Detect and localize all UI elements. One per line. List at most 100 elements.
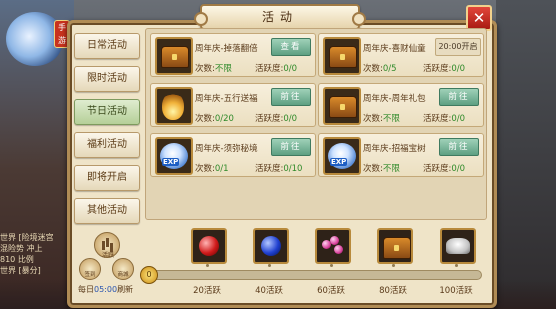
count-label: 次数: [195,114,215,124]
red-orb-icon [199,236,219,256]
activity-points: 活跃度:0/0 [423,62,465,74]
progress-tick [455,264,458,267]
reward-60[interactable] [315,228,351,264]
exp-orb-icon: EXP [328,143,356,169]
window-title: 活动 [261,10,298,24]
activity-count: 次数:不限 [363,162,400,174]
activity-icon [155,37,193,75]
blue-orb-icon [261,236,281,256]
refresh-time: 05:00 [94,285,118,294]
activity-count: 次数:不限 [363,112,400,124]
activity-points: 活跃度:0/0 [423,112,465,124]
activity-name: 周年庆-周年礼包 [363,94,426,104]
activity-card: 周年庆-掉落翻倍 次数:不限 活跃度:0/0 查看 [150,33,316,77]
chest-icon [329,46,357,68]
reward-20[interactable] [191,228,227,264]
go-button[interactable]: 前往 [271,88,311,106]
activity-progress-bar [146,270,482,280]
reward-label: 80活跃 [379,286,407,296]
category-sidebar: 日常活动 限时活动 节日活动 福利活动 即将开启 其他活动 [74,33,140,231]
go-button[interactable]: 前往 [439,138,479,156]
count-value: 0/1 [214,164,229,174]
background-chat-lines: 世界 [险境迷宫 混险势 冲上 810 比例 世界 [暴分] [0,232,74,276]
chat-line: 810 比例 [0,255,34,264]
activity-card: 周年庆-喜财仙童 次数:0/5 活跃度:0/0 20:00开启 [318,33,484,77]
count-value: 0/5 [382,64,397,74]
title-ornament-right [352,12,366,26]
tab-daily-activities[interactable]: 日常活动 [74,33,140,59]
count-label: 次数: [363,164,383,174]
activity-card: EXP 周年庆-招福宝树 次数:不限 活跃度:0/0 前往 [318,133,484,177]
points-value: 0/0 [451,64,466,74]
shop-icon[interactable]: 商城 [112,258,134,280]
activity-points: 活跃度:0/0 [255,112,297,124]
tab-other-activities[interactable]: 其他活动 [74,198,140,224]
activity-list: 周年庆-掉落翻倍 次数:不限 活跃度:0/0 查看 周年庆-喜财仙童 次数:0/… [145,28,487,220]
activity-count: 次数:0/20 [195,112,234,124]
points-value: 0/0 [283,114,298,124]
go-button[interactable]: 前往 [439,88,479,106]
reward-label: 20活跃 [193,286,221,296]
reward-label: 100活跃 [439,286,473,296]
points-value: 0/0 [451,164,466,174]
activity-count: 次数:0/1 [195,162,229,174]
chat-line: 世界 [暴分] [0,266,41,275]
activity-count: 次数:0/5 [363,62,397,74]
progress-tick [392,264,395,267]
background-right-scene [496,0,556,309]
count-label: 次数: [363,114,383,124]
tab-welfare-activities[interactable]: 福利活动 [74,132,140,158]
sign-in-label: 签到 [84,272,96,278]
activity-card: 周年庆-周年礼包 次数:不限 活跃度:0/0 前往 [318,83,484,127]
view-button[interactable]: 查看 [271,38,311,56]
activity-name: 周年庆-招福宝树 [363,144,426,154]
activity-icon [155,87,193,125]
progress-tick [206,264,209,267]
activity-card: 周年庆-五行送福 次数:0/20 活跃度:0/0 前往 [150,83,316,127]
points-label: 活跃度: [423,164,452,174]
progress-tick [268,264,271,267]
activity-icon: EXP [323,137,361,175]
flame-icon [162,92,184,120]
count-value: 不限 [382,164,400,174]
reward-40[interactable] [253,228,289,264]
bar-chart-icon[interactable]: 活跃 [94,232,120,259]
activity-points: 活跃度:0/0 [423,162,465,174]
shop-label: 商城 [117,272,129,278]
window-title-plate: 活动 [194,4,366,30]
sign-in-icon[interactable]: 签到 [79,258,101,280]
count-value: 不限 [214,64,232,74]
activity-icon [323,87,361,125]
current-points-coin: 0 [140,266,158,284]
activity-points: 活跃度:0/0 [255,62,297,74]
points-value: 0/0 [283,64,298,74]
tab-festival-activities[interactable]: 节日活动 [74,99,140,125]
pink-gems-icon [322,236,344,256]
silver-ingot-icon [446,238,470,254]
chart-icon-label: 活跃 [101,252,114,259]
game-logo: 手游 [6,12,70,66]
refresh-suffix: 刷新 [117,285,134,294]
chest-icon [161,46,189,68]
count-label: 次数: [363,64,383,74]
progress-tick [330,264,333,267]
exp-label: EXP [162,158,180,166]
reward-100[interactable] [440,228,476,264]
activity-icon [323,37,361,75]
tab-upcoming-activities[interactable]: 即将开启 [74,165,140,191]
points-label: 活跃度: [255,64,284,74]
count-value: 0/20 [214,114,234,124]
title-ornament-left [194,12,208,26]
reward-label: 60活跃 [317,286,345,296]
count-label: 次数: [195,164,215,174]
open-time-label: 20:00开启 [435,38,481,56]
tab-limited-activities[interactable]: 限时活动 [74,66,140,92]
activity-icon: EXP [155,137,193,175]
activity-count: 次数:不限 [195,62,232,74]
reward-80[interactable] [377,228,413,264]
go-button[interactable]: 前往 [271,138,311,156]
activity-card: EXP 周年庆-须弥秘境 次数:0/1 活跃度:0/10 前往 [150,133,316,177]
activity-name: 周年庆-掉落翻倍 [195,44,258,54]
points-label: 活跃度: [423,64,452,74]
count-label: 次数: [195,64,215,74]
